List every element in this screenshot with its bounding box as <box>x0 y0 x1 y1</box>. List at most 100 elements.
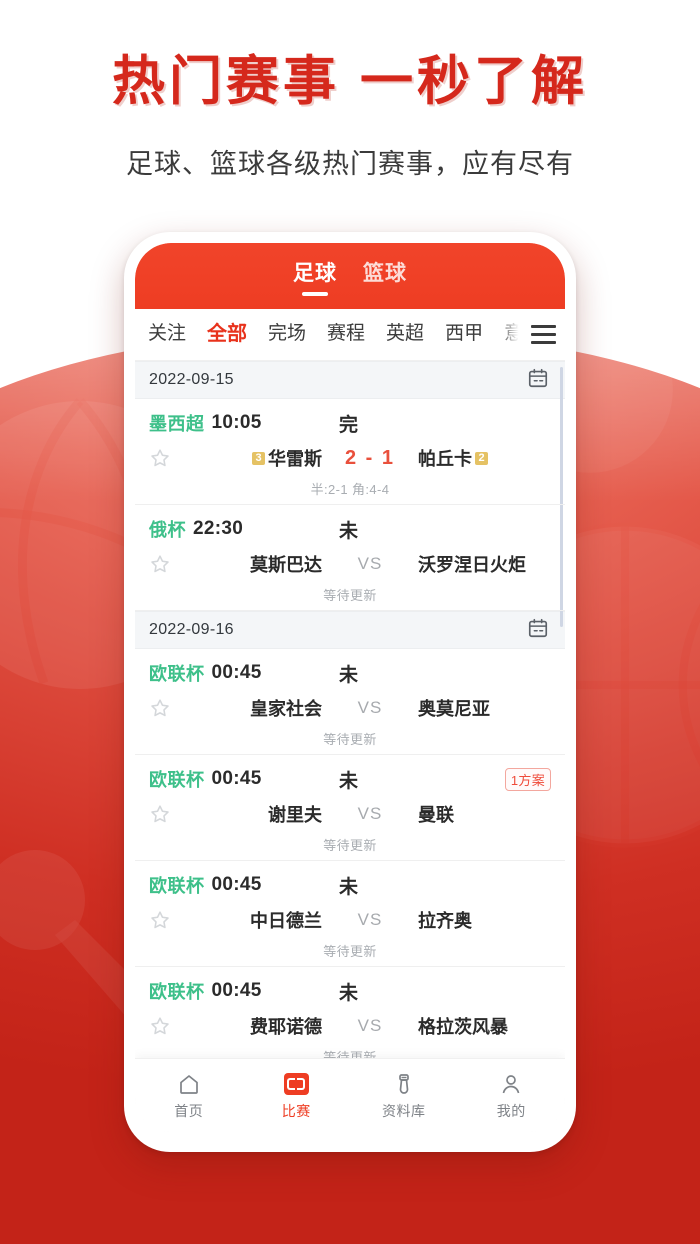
filter-item-follow[interactable]: 关注 <box>148 318 186 351</box>
phone-mockup: 足球 篮球 关注 全部 完场 赛程 英超 西甲 意 <box>124 232 576 1152</box>
favorite-star-icon[interactable] <box>149 1015 189 1037</box>
league-name: 欧联杯 <box>149 876 205 896</box>
match-status: 完 <box>339 414 359 436</box>
away-team: 帕丘卡 2 <box>418 445 551 471</box>
match-score: VS <box>357 1016 383 1035</box>
filter-item-schedule[interactable]: 赛程 <box>327 318 365 351</box>
match-header: 墨西超 10:05 完 <box>149 408 551 438</box>
nav-label-matches: 比赛 <box>281 1102 311 1119</box>
match-row[interactable]: 欧联杯 00:45 未 皇家社会 VS 奥莫尼亚 等待更新 <box>135 649 565 755</box>
match-time: 00:45 <box>211 768 262 789</box>
date-label: 2022-09-15 <box>149 371 234 388</box>
match-time: 00:45 <box>211 662 262 683</box>
bottom-navigation: 首页 比赛 资料库 我的 <box>135 1058 565 1132</box>
match-footer: 半:2-1 角:4-4 <box>310 482 390 497</box>
match-score: VS <box>357 554 383 573</box>
favorite-star-icon[interactable] <box>149 553 189 575</box>
nav-label-database: 资料库 <box>382 1102 426 1119</box>
match-time: 22:30 <box>193 518 244 539</box>
home-team: 莫斯巴达 <box>189 551 322 577</box>
league-name: 欧联杯 <box>149 770 205 790</box>
tab-basketball[interactable]: 篮球 <box>363 257 407 296</box>
match-row[interactable]: 俄杯 22:30 未 莫斯巴达 VS 沃罗涅日火炬 等待更新 <box>135 505 565 611</box>
match-score: 2 - 1 <box>344 446 396 469</box>
nav-item-database[interactable]: 资料库 <box>350 1071 458 1121</box>
match-footer: 等待更新 <box>323 838 377 853</box>
match-row[interactable]: 欧联杯 00:45 未 1方案 谢里夫 VS 曼联 等待更新 <box>135 755 565 861</box>
away-rank-badge: 2 <box>475 451 488 465</box>
match-time: 00:45 <box>211 980 262 1001</box>
nav-label-profile: 我的 <box>496 1102 526 1119</box>
nav-item-matches[interactable]: 比赛 <box>243 1071 351 1121</box>
match-header: 欧联杯 00:45 未 <box>149 976 551 1006</box>
hamburger-menu-icon[interactable] <box>525 325 565 344</box>
match-body: 莫斯巴达 VS 沃罗涅日火炬 <box>149 546 551 582</box>
match-list[interactable]: 2022-09-15 墨西超 10:05 完 3 华雷斯 2 - 1 帕丘卡 2… <box>135 361 565 1132</box>
page-title: 热门赛事 一秒了解 <box>0 52 700 112</box>
match-row[interactable]: 欧联杯 00:45 未 中日德兰 VS 拉齐奥 等待更新 <box>135 861 565 967</box>
page-subtitle: 足球、篮球各级热门赛事，应有尽有 <box>126 149 574 180</box>
match-status: 未 <box>339 520 359 542</box>
app-screen: 足球 篮球 关注 全部 完场 赛程 英超 西甲 意 <box>135 243 565 1132</box>
tab-football[interactable]: 足球 <box>293 257 337 296</box>
home-team: 费耶诺德 <box>189 1013 322 1039</box>
app-header: 足球 篮球 <box>135 243 565 309</box>
home-team-name: 莫斯巴达 <box>250 555 322 575</box>
match-header: 欧联杯 00:45 未 1方案 <box>149 764 551 794</box>
league-name: 欧联杯 <box>149 664 205 684</box>
league-name: 俄杯 <box>149 520 186 540</box>
filter-item-premier-league[interactable]: 英超 <box>386 318 424 351</box>
home-team: 中日德兰 <box>189 907 322 933</box>
favorite-star-icon[interactable] <box>149 447 189 469</box>
date-header: 2022-09-16 <box>135 611 565 649</box>
match-score: VS <box>357 910 383 929</box>
match-header: 欧联杯 00:45 未 <box>149 658 551 688</box>
match-body: 费耶诺德 VS 格拉茨风暴 <box>149 1008 551 1044</box>
database-trophy-icon <box>392 1071 416 1097</box>
match-header: 欧联杯 00:45 未 <box>149 870 551 900</box>
favorite-star-icon[interactable] <box>149 803 189 825</box>
filter-scroll[interactable]: 关注 全部 完场 赛程 英超 西甲 意 <box>148 317 525 352</box>
hero-section: 热门赛事 一秒了解 足球、篮球各级热门赛事，应有尽有 <box>0 0 700 181</box>
away-team: 沃罗涅日火炬 <box>418 551 551 577</box>
page-title-part2: 一秒了解 <box>360 52 588 111</box>
filter-bar: 关注 全部 完场 赛程 英超 西甲 意 <box>135 309 565 361</box>
match-icon <box>283 1071 309 1097</box>
nav-item-home[interactable]: 首页 <box>135 1071 243 1121</box>
match-status: 未 <box>339 876 359 898</box>
nav-item-profile[interactable]: 我的 <box>458 1071 566 1121</box>
home-team-name: 皇家社会 <box>250 699 322 719</box>
away-team-name: 拉齐奥 <box>418 911 472 931</box>
match-body: 谢里夫 VS 曼联 <box>149 796 551 832</box>
match-row[interactable]: 墨西超 10:05 完 3 华雷斯 2 - 1 帕丘卡 2 半:2-1 角:4-… <box>135 399 565 505</box>
match-score: VS <box>357 804 383 823</box>
plan-badge[interactable]: 1方案 <box>504 767 551 791</box>
page-title-part1: 热门赛事 <box>112 52 340 111</box>
home-team: 皇家社会 <box>189 695 322 721</box>
league-name: 墨西超 <box>149 414 205 434</box>
away-team-name: 奥莫尼亚 <box>418 699 490 719</box>
match-time: 00:45 <box>211 874 262 895</box>
favorite-star-icon[interactable] <box>149 909 189 931</box>
match-footer: 等待更新 <box>323 732 377 747</box>
match-score: VS <box>357 698 383 717</box>
match-footer: 等待更新 <box>323 588 377 603</box>
filter-item-laliga[interactable]: 西甲 <box>445 318 483 351</box>
away-team-name: 格拉茨风暴 <box>418 1017 508 1037</box>
away-team: 拉齐奥 <box>418 907 551 933</box>
calendar-icon[interactable] <box>527 367 549 394</box>
league-name: 欧联杯 <box>149 982 205 1002</box>
date-label: 2022-09-16 <box>149 621 234 638</box>
home-team: 3 华雷斯 <box>189 445 322 471</box>
filter-fade-overlay <box>499 309 525 360</box>
filter-item-all[interactable]: 全部 <box>207 317 247 352</box>
home-team-name: 中日德兰 <box>250 911 322 931</box>
match-footer: 等待更新 <box>323 944 377 959</box>
filter-item-finished[interactable]: 完场 <box>268 318 306 351</box>
away-team: 奥莫尼亚 <box>418 695 551 721</box>
tab-football-label: 足球 <box>293 261 337 285</box>
calendar-icon[interactable] <box>527 617 549 644</box>
home-team-name: 谢里夫 <box>268 805 322 825</box>
favorite-star-icon[interactable] <box>149 697 189 719</box>
home-team: 谢里夫 <box>189 801 322 827</box>
